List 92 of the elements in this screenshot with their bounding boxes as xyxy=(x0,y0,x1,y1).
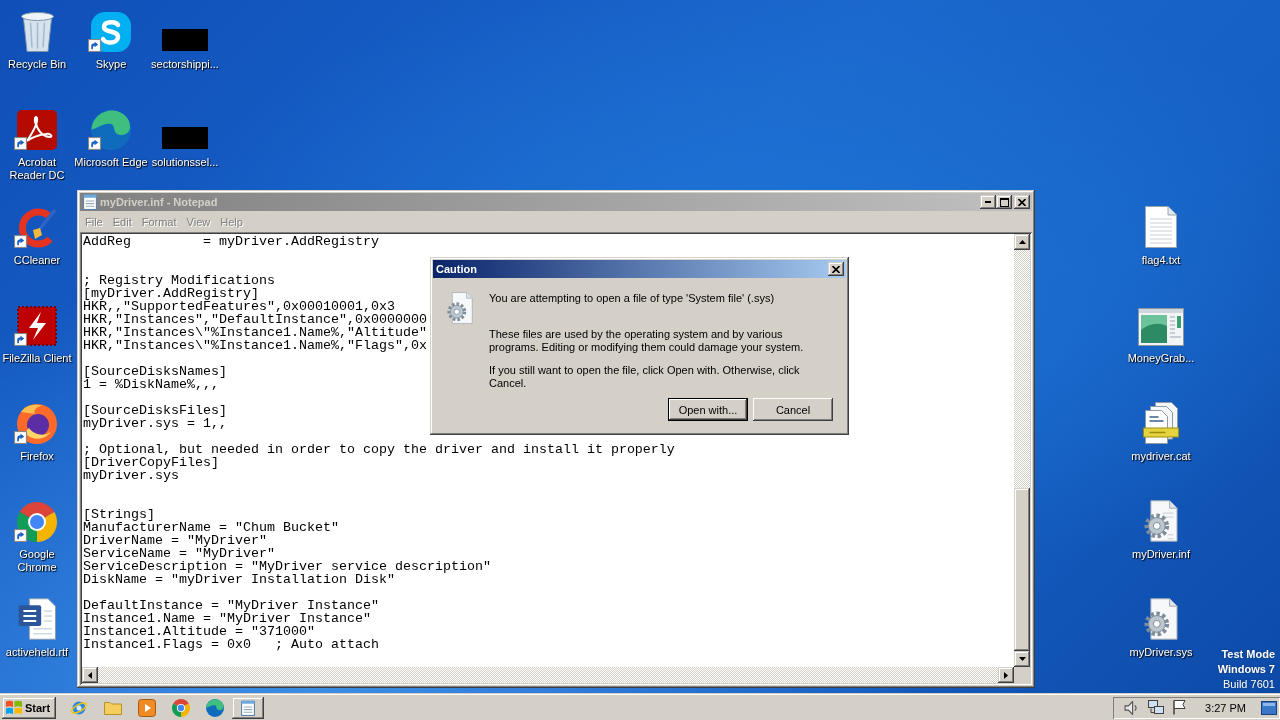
wave-logo-icon[interactable] xyxy=(91,110,131,150)
desktop-icon-label[interactable]: mydriver.cat xyxy=(1131,450,1191,463)
text-line: HKR,,"SupportedFeatures",0x00010001,0x3 xyxy=(83,300,395,313)
bolt-tile-icon[interactable] xyxy=(17,306,57,346)
desktop-icon-label[interactable]: myDriver.sys xyxy=(1129,646,1193,659)
ring-logo-icon[interactable] xyxy=(17,502,57,542)
play-tile-icon[interactable] xyxy=(138,698,156,717)
flag-logo-icon xyxy=(6,700,22,715)
desktop-icon-label[interactable]: Google Chrome xyxy=(0,548,74,574)
document-icon[interactable] xyxy=(18,598,56,640)
test-mode-text: Build 7601 xyxy=(1223,677,1275,692)
brush-logo-icon[interactable] xyxy=(18,208,56,248)
text-line: DiskName = "myDriver Installation Disk" xyxy=(83,573,395,586)
start-button[interactable]: Start xyxy=(2,696,56,719)
scroll-right-button[interactable] xyxy=(998,667,1014,683)
text-line: [Strings] xyxy=(83,508,155,521)
text-line: myDriver.sys = 1,, xyxy=(83,417,227,430)
left-triangle-icon xyxy=(88,671,92,679)
notepad-icon xyxy=(241,699,255,716)
notepad-icon xyxy=(83,194,97,210)
desktop-icon-label[interactable]: Skype xyxy=(95,58,127,71)
network-icon[interactable] xyxy=(1148,700,1165,715)
text-line: Instance1.Altitude = "371000" xyxy=(83,625,315,638)
dialog-message: If you still want to open the file, click Open with. Otherwise, click Cancel. xyxy=(489,364,801,390)
window-title: myDriver.inf - Notepad xyxy=(100,196,219,208)
scrollbar-thumb[interactable] xyxy=(1014,488,1030,651)
gear-file-icon[interactable] xyxy=(447,292,473,324)
dialog-title: Caution xyxy=(436,263,478,275)
dialog-button[interactable]: Open with... xyxy=(668,398,748,421)
desktop-icon-label[interactable]: Microsoft Edge xyxy=(74,156,148,169)
desktop-icon-label[interactable]: sectorshippi... xyxy=(151,58,219,71)
up-triangle-icon xyxy=(1018,240,1026,244)
scroll-up-button[interactable] xyxy=(1014,234,1030,250)
desktop-icon-label[interactable]: solutionssel... xyxy=(151,156,219,169)
text-line: [SourceDisksFiles] xyxy=(83,404,227,417)
text-line: ServiceName = "MyDriver" xyxy=(83,547,275,560)
text-line: ; Optional, but needed in order to copy the driver and install it properly xyxy=(83,443,675,456)
text-line: AddReg = myDriver.AddRegistry xyxy=(83,235,379,248)
text-line: myDriver.sys xyxy=(83,469,179,482)
down-triangle-icon xyxy=(1018,657,1026,661)
text-line: ManufacturerName = "Chum Bucket" xyxy=(83,521,339,534)
text-line: [DriverCopyFiles] xyxy=(83,456,219,469)
dialog-button[interactable]: Cancel xyxy=(753,398,833,421)
desktop-icon-label[interactable]: Firefox xyxy=(20,450,54,463)
desktop-icon-label[interactable]: activeheld.rtf xyxy=(5,646,69,659)
minimize-icon xyxy=(985,201,991,203)
close-button[interactable] xyxy=(828,262,844,276)
taskbar-button[interactable] xyxy=(232,696,264,719)
s-logo-icon[interactable] xyxy=(91,12,131,52)
text-line: ServiceDescription = "MyDriver service description" xyxy=(83,560,491,573)
speaker-icon[interactable] xyxy=(1123,700,1140,715)
text-file-icon[interactable] xyxy=(1145,206,1177,248)
desktop-icon-label[interactable]: FileZilla Client xyxy=(2,352,72,365)
text-line: Instance1.Name = "MyDriver Instance" xyxy=(83,612,371,625)
text-line: [SourceDisksNames] xyxy=(83,365,227,378)
window-icon[interactable] xyxy=(1138,308,1184,346)
flag-icon[interactable] xyxy=(1173,700,1187,715)
text-line: 1 = %DiskName%,,, xyxy=(83,378,219,391)
test-mode-text: Windows 7 xyxy=(1217,662,1275,677)
globe-flame-icon[interactable] xyxy=(17,404,57,444)
gear-file-icon[interactable] xyxy=(1144,500,1178,542)
desktop-icon-label[interactable]: Acrobat Reader DC xyxy=(0,156,74,182)
close-icon xyxy=(1018,198,1026,206)
ring-logo-icon[interactable] xyxy=(172,698,190,717)
close-icon xyxy=(832,265,840,273)
text-line: HKR,"Instances","DefaultInstance",0x0000000 xyxy=(83,313,427,326)
clock[interactable]: 3:27 PM xyxy=(1205,701,1246,714)
wave-logo-icon[interactable] xyxy=(206,698,224,717)
desktop-icon-label[interactable]: CCleaner xyxy=(13,254,61,267)
trash-bin-icon[interactable] xyxy=(20,12,54,52)
right-triangle-icon xyxy=(1004,671,1008,679)
desktop-icon-label[interactable]: MoneyGrab... xyxy=(1127,352,1195,365)
text-line: HKR,"Instances\"%Instance1.Name%,"Flags",0x xyxy=(83,339,427,352)
scroll-down-button[interactable] xyxy=(1014,651,1030,667)
text-line: DriverName = "MyDriver" xyxy=(83,534,267,547)
text-line: HKR,"Instances\"%Instance1.Name%,"Altitude" xyxy=(83,326,427,339)
text-line: DefaultInstance = "MyDriver Instance" xyxy=(83,599,379,612)
test-mode-text: Test Mode xyxy=(1221,647,1275,662)
desktop-icon-label[interactable]: flag4.txt xyxy=(1141,254,1181,267)
scroll-left-button[interactable] xyxy=(82,667,98,683)
text-line: ; Registry Modifications xyxy=(83,274,275,287)
text-line: [myDriver.AddRegistry] xyxy=(83,287,259,300)
screen-icon[interactable] xyxy=(1261,700,1277,715)
desktop-icon-label[interactable]: Recycle Bin xyxy=(7,58,67,71)
gear-file-icon[interactable] xyxy=(1144,598,1178,640)
maximize-icon xyxy=(999,197,1009,207)
desktop-icon-label[interactable]: myDriver.inf xyxy=(1131,548,1191,561)
stacked-files-icon[interactable] xyxy=(1143,402,1179,444)
swirl-tile-icon[interactable] xyxy=(17,110,57,150)
dialog-message: You are attempting to open a file of type 'System file' (.sys) xyxy=(489,292,776,305)
text-line: Instance1.Flags = 0x0 ; Auto attach xyxy=(83,638,379,651)
dialog-message: These files are used by the operating system and by various programs. Editing or modifying them could damage your system. xyxy=(489,328,805,354)
